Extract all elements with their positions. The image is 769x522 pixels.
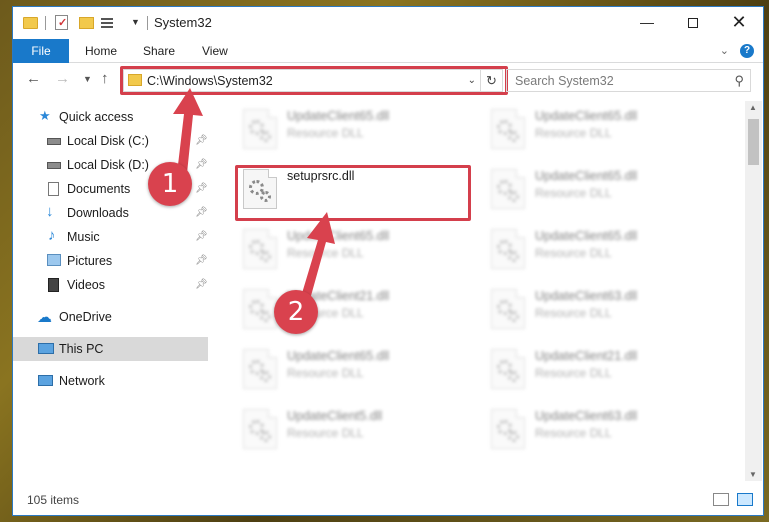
music-icon: ♪: [48, 227, 56, 244]
address-highlight-box: [120, 66, 508, 95]
navigation-pane: ★ Quick access Local Disk (C:) 📌︎ Local …: [13, 101, 208, 481]
network-icon: [38, 375, 53, 386]
sidebar-item-local-disk-c[interactable]: Local Disk (C:) 📌︎: [13, 129, 208, 153]
step-2-badge: 2: [274, 290, 318, 334]
scroll-up-icon[interactable]: ▲: [749, 103, 757, 112]
customize-toolbar-dropdown-icon[interactable]: ▼: [131, 17, 140, 27]
item-count: 105 items: [27, 493, 80, 507]
dll-file-icon: [491, 169, 525, 209]
step-1-badge: 1: [148, 162, 192, 206]
search-input[interactable]: Search System32 ⚲: [506, 69, 751, 92]
maximize-icon: [688, 18, 698, 29]
file-item[interactable]: UpdateClient65.dll Resource DLL: [235, 221, 471, 279]
drive-icon: [47, 138, 61, 145]
minimize-button[interactable]: —: [624, 7, 670, 37]
file-item[interactable]: UpdateClient65.dll Resource DLL: [235, 341, 471, 399]
window-title: System32: [154, 15, 212, 30]
file-item[interactable]: UpdateClient65.dll Resource DLL: [235, 101, 471, 159]
explorer-window: ✓ ▼ System32 — ✕ File Home Share View ⌄ …: [12, 6, 764, 516]
folder-icon[interactable]: [23, 14, 39, 32]
sidebar-item-downloads[interactable]: ↓ Downloads 📌︎: [13, 201, 208, 225]
dll-file-icon: [491, 289, 525, 329]
download-icon: ↓: [46, 203, 54, 220]
large-icons-view-icon[interactable]: [737, 493, 753, 506]
dll-file-icon: [491, 229, 525, 269]
dll-file-icon: [491, 349, 525, 389]
file-item[interactable]: UpdateClient63.dll Resource DLL: [483, 281, 719, 339]
dll-file-icon: [243, 409, 277, 449]
maximize-button[interactable]: [670, 7, 716, 37]
forward-arrow-icon[interactable]: →: [55, 70, 70, 87]
new-folder-icon[interactable]: [79, 14, 95, 32]
up-arrow-icon[interactable]: ↑: [101, 70, 109, 87]
navigation-bar: ← → ▼ ↑ C:\Windows\System32 ⌄ ↻ Search S…: [13, 65, 763, 95]
search-icon[interactable]: ⚲: [734, 73, 744, 89]
divider: [147, 16, 148, 30]
rename-icon[interactable]: [101, 14, 117, 32]
tab-share[interactable]: Share: [131, 39, 187, 63]
drive-icon: [47, 162, 61, 169]
expand-ribbon-chevron-icon[interactable]: ⌄: [720, 44, 729, 57]
tab-home[interactable]: Home: [73, 39, 129, 63]
computer-icon: [38, 343, 54, 354]
vertical-scrollbar[interactable]: ▲ ▼: [745, 101, 762, 481]
close-button[interactable]: ✕: [716, 7, 762, 37]
pin-icon[interactable]: 📌︎: [195, 135, 208, 146]
dll-file-icon: [243, 109, 277, 149]
dll-file-icon: [491, 109, 525, 149]
dll-file-icon: [243, 229, 277, 269]
sidebar-item-this-pc[interactable]: This PC: [13, 337, 208, 361]
cloud-icon: ☁: [37, 309, 52, 326]
star-icon: ★: [39, 108, 51, 123]
pictures-icon: [47, 254, 61, 266]
file-item[interactable]: UpdateClient21.dll Resource DLL: [235, 281, 471, 339]
sidebar-item-onedrive[interactable]: ☁ OneDrive: [13, 305, 208, 329]
ribbon-tabs: File Home Share View ⌄ ?: [13, 39, 763, 63]
dll-file-icon: [243, 349, 277, 389]
search-placeholder: Search System32: [515, 74, 614, 88]
pin-icon[interactable]: 📌︎: [195, 159, 208, 170]
file-item[interactable]: UpdateClient63.dll Resource DLL: [483, 401, 719, 459]
title-bar: ✓ ▼ System32 — ✕: [13, 7, 763, 39]
back-arrow-icon[interactable]: ←: [26, 70, 41, 87]
sidebar-item-pictures[interactable]: Pictures 📌︎: [13, 249, 208, 273]
pin-icon[interactable]: 📌︎: [195, 279, 208, 290]
divider: [45, 16, 46, 30]
help-icon[interactable]: ?: [740, 44, 754, 58]
details-view-icon[interactable]: [713, 493, 729, 506]
scroll-down-icon[interactable]: ▼: [749, 470, 757, 479]
sidebar-item-videos[interactable]: Videos 📌︎: [13, 273, 208, 297]
status-bar: 105 items: [13, 485, 763, 515]
recent-locations-chevron-icon[interactable]: ▼: [83, 74, 92, 84]
scroll-thumb[interactable]: [748, 119, 759, 165]
pin-icon[interactable]: 📌︎: [195, 255, 208, 266]
file-item[interactable]: UpdateClient65.dll Resource DLL: [483, 101, 719, 159]
dll-file-icon: [491, 409, 525, 449]
tab-view[interactable]: View: [190, 39, 240, 63]
document-icon: [48, 182, 59, 196]
sidebar-item-quick-access[interactable]: ★ Quick access: [13, 105, 208, 129]
file-highlight-box: [235, 165, 471, 221]
file-item[interactable]: UpdateClient5.dll Resource DLL: [235, 401, 471, 459]
file-item[interactable]: UpdateClient21.dll Resource DLL: [483, 341, 719, 399]
properties-check-icon[interactable]: ✓: [55, 14, 71, 32]
video-icon: [48, 278, 59, 292]
pin-icon[interactable]: 📌︎: [195, 183, 208, 194]
sidebar-item-music[interactable]: ♪ Music 📌︎: [13, 225, 208, 249]
file-item[interactable]: UpdateClient65.dll Resource DLL: [483, 161, 719, 219]
dll-file-icon: [243, 289, 277, 329]
tab-file[interactable]: File: [13, 39, 69, 63]
file-item[interactable]: UpdateClient65.dll Resource DLL: [483, 221, 719, 279]
pin-icon[interactable]: 📌︎: [195, 207, 208, 218]
pin-icon[interactable]: 📌︎: [195, 231, 208, 242]
sidebar-item-network[interactable]: Network: [13, 369, 208, 393]
